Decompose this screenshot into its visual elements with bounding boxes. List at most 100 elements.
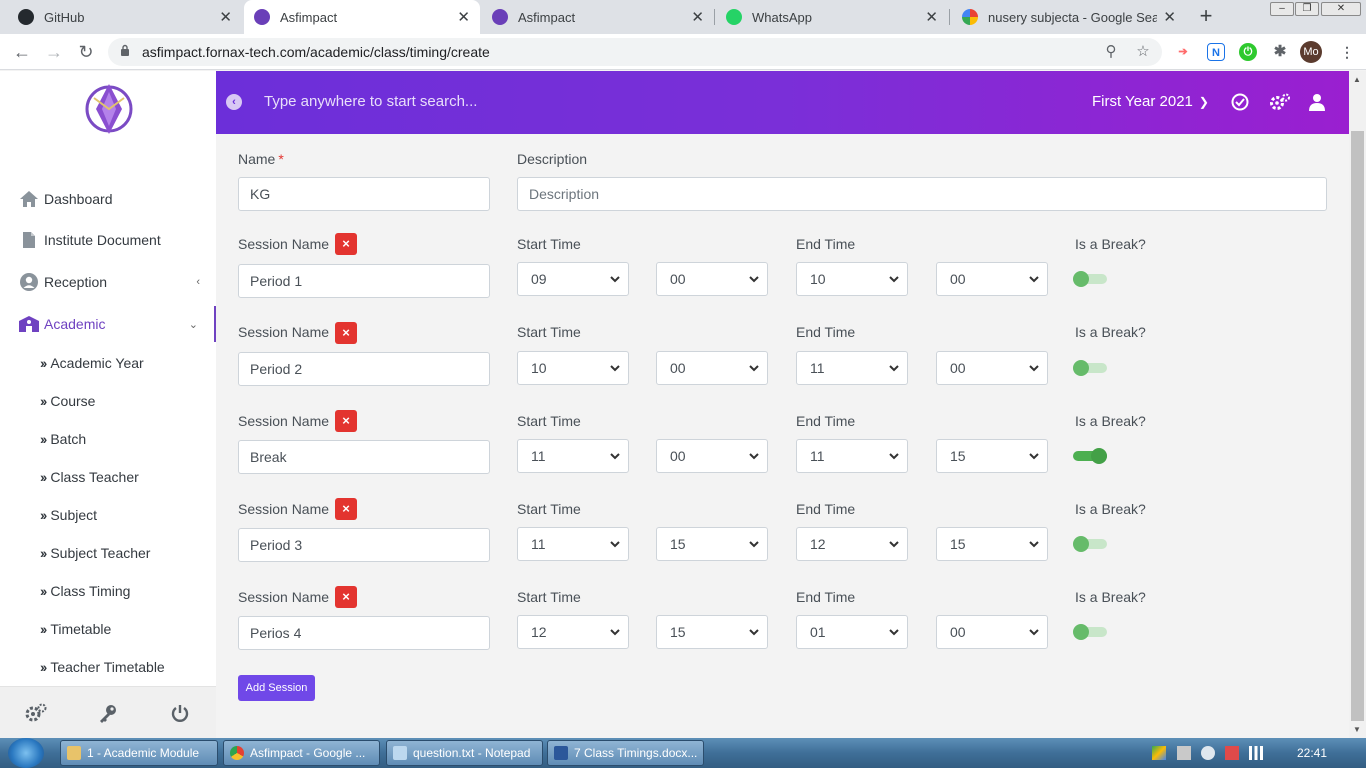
session-name-input[interactable] [238,616,490,650]
extension-power-icon[interactable]: ⏻ [1239,43,1257,61]
volume-icon[interactable] [1201,746,1215,760]
power-icon[interactable] [169,703,191,725]
close-tab-icon[interactable]: ✕ [219,8,232,26]
end-hour-select[interactable]: 11 [796,439,908,473]
session-name-input[interactable] [238,528,490,562]
close-tab-icon[interactable]: ✕ [1163,8,1176,26]
taskbar-item-chrome[interactable]: Asfimpact - Google ... [223,740,380,766]
session-name-input[interactable] [238,352,490,386]
reload-icon[interactable]: ↻ [74,40,98,64]
sidebar-subitem-class-teacher[interactable]: ›› Class Teacher [40,469,139,485]
global-search-input[interactable]: Type anywhere to start search... [264,93,477,110]
sidebar-item-dashboard[interactable]: Dashboard [0,181,216,217]
end-hour-select[interactable]: 12 [796,527,908,561]
end-minute-select[interactable]: 15 [936,527,1048,561]
settings-cogs-icon[interactable] [25,703,47,725]
key-icon[interactable] [97,703,119,725]
is-break-toggle[interactable] [1073,271,1109,287]
new-tab-plus-icon[interactable]: + [1194,4,1218,28]
forward-arrow-icon[interactable]: → [42,40,66,64]
scroll-up-arrow-icon[interactable]: ▲ [1353,75,1361,84]
end-minute-select[interactable]: 00 [936,615,1048,649]
sidebar-item-institute-document[interactable]: Institute Document [0,222,216,258]
start-hour-select[interactable]: 12 [517,615,629,649]
network-error-icon[interactable] [1177,746,1191,760]
sidebar-subitem-teacher-timetable[interactable]: ›› Teacher Timetable [40,659,165,675]
session-name-input[interactable] [238,264,490,298]
sidebar-subitem-subject[interactable]: ›› Subject [40,507,97,523]
remove-session-button[interactable]: × [335,498,357,520]
description-input[interactable] [517,177,1327,211]
settings-cogs-icon[interactable] [1269,93,1290,113]
start-minute-select[interactable]: 00 [656,262,768,296]
browser-tab-asfimpact-active[interactable]: Asfimpact ✕ [244,0,480,34]
browser-menu-icon[interactable]: ⋮ [1338,43,1356,61]
scrollbar-thumb[interactable] [1351,131,1364,721]
sidebar-subitem-class-timing[interactable]: ›› Class Timing [40,583,130,599]
start-button[interactable] [8,738,44,768]
add-session-button[interactable]: Add Session [238,675,315,701]
end-minute-select[interactable]: 00 [936,262,1048,296]
sidebar-subitem-course[interactable]: ›› Course [40,393,95,409]
back-arrow-icon[interactable]: ← [10,40,34,64]
sidebar-subitem-academic-year[interactable]: ›› Academic Year [40,355,144,371]
check-circle-icon[interactable] [1231,93,1251,113]
start-hour-select[interactable]: 10 [517,351,629,385]
close-tab-icon[interactable]: ✕ [457,8,470,26]
extension-arrow-icon[interactable]: ➔ [1174,43,1192,61]
is-break-toggle[interactable] [1073,448,1109,464]
browser-tab-asfimpact[interactable]: Asfimpact ✕ [482,0,714,34]
browser-tab-whatsapp[interactable]: WhatsApp ✕ [716,0,948,34]
signal-bars-icon[interactable] [1249,746,1263,760]
bookmark-star-icon[interactable]: ☆ [1133,42,1153,62]
zoom-icon[interactable]: ⚲ [1101,42,1121,62]
remove-session-button[interactable]: × [335,233,357,255]
close-tab-icon[interactable]: ✕ [925,8,938,26]
session-name-input[interactable] [238,440,490,474]
end-minute-select[interactable]: 15 [936,439,1048,473]
sidebar-subitem-subject-teacher[interactable]: ›› Subject Teacher [40,545,150,561]
browser-tab-github[interactable]: GitHub ✕ [8,0,242,34]
back-circle-icon[interactable]: ‹ [226,94,242,110]
user-icon[interactable] [1309,93,1329,113]
sidebar-subitem-timetable[interactable]: ›› Timetable [40,621,111,637]
scroll-down-arrow-icon[interactable]: ▼ [1353,725,1361,734]
drive-tray-icon[interactable] [1152,746,1166,760]
sidebar-item-academic[interactable]: Academic ⌄ [0,306,216,342]
is-break-toggle[interactable] [1073,624,1109,640]
restore-window-icon[interactable]: ❐ [1295,2,1319,16]
remove-session-button[interactable]: × [335,410,357,432]
profile-avatar[interactable]: Mo [1300,41,1322,63]
end-hour-select[interactable]: 01 [796,615,908,649]
minimize-window-icon[interactable]: – [1270,2,1294,16]
taskbar-item-notepad[interactable]: question.txt - Notepad [386,740,543,766]
extensions-puzzle-icon[interactable]: ✱ [1271,43,1289,61]
is-break-toggle[interactable] [1073,536,1109,552]
start-hour-select[interactable]: 09 [517,262,629,296]
remove-session-button[interactable]: × [335,586,357,608]
is-break-toggle[interactable] [1073,360,1109,376]
start-minute-select[interactable]: 00 [656,351,768,385]
close-window-icon[interactable]: ✕ [1321,2,1361,16]
start-minute-select[interactable]: 15 [656,527,768,561]
flag-error-icon[interactable] [1225,746,1239,760]
sidebar-subitem-batch[interactable]: ›› Batch [40,431,86,447]
browser-tab-google-search[interactable]: nusery subjecta - Google Search ✕ [952,0,1186,34]
end-hour-select[interactable]: 11 [796,351,908,385]
taskbar-item-explorer[interactable]: 1 - Academic Module [60,740,218,766]
start-hour-select[interactable]: 11 [517,527,629,561]
start-hour-select[interactable]: 11 [517,439,629,473]
address-bar[interactable]: asfimpact.fornax-tech.com/academic/class… [108,38,1162,66]
academic-year-selector[interactable]: First Year 2021 ❯ [1092,93,1209,110]
extension-n-icon[interactable]: N [1207,43,1225,61]
sidebar-item-reception[interactable]: Reception ‹ [0,264,216,300]
page-scrollbar[interactable]: ▲ ▼ [1349,71,1366,738]
name-input[interactable] [238,177,490,211]
end-hour-select[interactable]: 10 [796,262,908,296]
start-minute-select[interactable]: 15 [656,615,768,649]
remove-session-button[interactable]: × [335,322,357,344]
close-tab-icon[interactable]: ✕ [691,8,704,26]
end-minute-select[interactable]: 00 [936,351,1048,385]
start-minute-select[interactable]: 00 [656,439,768,473]
taskbar-item-word[interactable]: 7 Class Timings.docx... [547,740,704,766]
